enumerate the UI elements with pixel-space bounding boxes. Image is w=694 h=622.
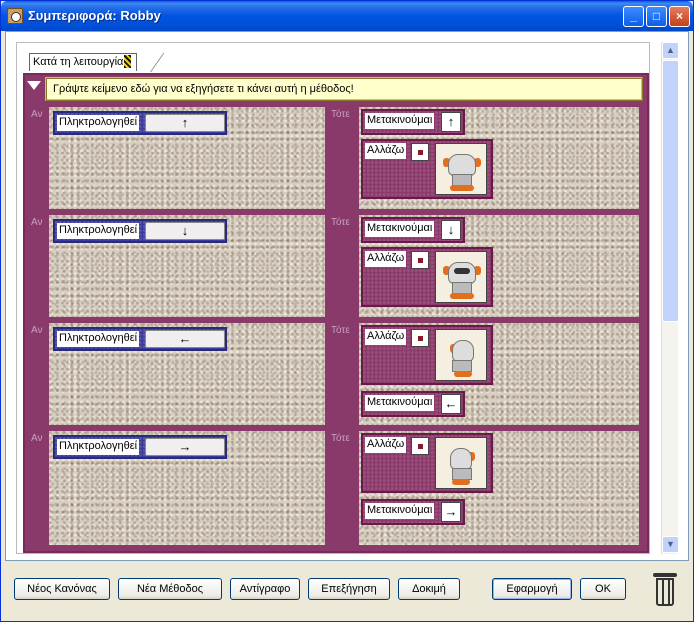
arrow-left-icon: ← xyxy=(441,394,461,414)
content-area: Κατά τη λειτουργία Γράψτε κείμενο εδώ γι… xyxy=(5,31,689,561)
then-pane[interactable]: Αλλάζω Μετακινούμαι ← xyxy=(359,323,639,425)
rule-4: Αν Πληκτρολογηθεί → Τότε Αλλάζω Μετακινο… xyxy=(29,431,643,549)
arrow-right-icon: → xyxy=(441,502,461,522)
then-label: Τότε xyxy=(331,433,350,444)
explain-button[interactable]: Επεξήγηση xyxy=(308,578,390,600)
key-left[interactable]: ← xyxy=(145,330,225,348)
apply-button[interactable]: Εφαρμογή xyxy=(492,578,572,600)
if-label: Αν xyxy=(31,433,43,444)
vertical-scrollbar[interactable]: ▲ ▼ xyxy=(661,42,679,554)
if-label: Αν xyxy=(31,325,43,336)
then-pane[interactable]: Μετακινούμαι ↓ Αλλάζω xyxy=(359,215,639,317)
key-condition[interactable]: Πληκτρολογηθεί → xyxy=(53,435,227,459)
if-pane[interactable]: Πληκτρολογηθεί → xyxy=(49,431,325,545)
arrow-up-icon: ↑ xyxy=(441,112,461,132)
condition-label: Πληκτρολογηθεί xyxy=(57,115,140,131)
robot-down-icon xyxy=(435,251,487,303)
condition-label: Πληκτρολογηθεί xyxy=(57,223,140,239)
change-action[interactable]: Αλλάζω xyxy=(361,433,493,493)
if-pane[interactable]: Πληκτρολογηθεί ↑ xyxy=(49,107,325,209)
key-condition[interactable]: Πληκτρολογηθεί ↓ xyxy=(53,219,227,243)
arrow-down-icon: ↓ xyxy=(441,220,461,240)
construction-sign-icon xyxy=(124,55,131,68)
condition-label: Πληκτρολογηθεί xyxy=(57,439,140,455)
if-pane[interactable]: Πληκτρολογηθεί ← xyxy=(49,323,325,425)
move-action[interactable]: Μετακινούμαι ← xyxy=(361,391,465,417)
change-label: Αλλάζω xyxy=(365,437,407,453)
robot-up-icon xyxy=(435,143,487,195)
method-tab[interactable]: Κατά τη λειτουργία xyxy=(29,53,137,71)
test-button[interactable]: Δοκιμή xyxy=(398,578,460,600)
then-label: Τότε xyxy=(331,325,350,336)
if-label: Αν xyxy=(31,217,43,228)
small-marker-icon xyxy=(411,251,429,269)
small-marker-icon xyxy=(411,329,429,347)
key-condition[interactable]: Πληκτρολογηθεί ← xyxy=(53,327,227,351)
method-description[interactable]: Γράψτε κείμενο εδώ για να εξηγήσετε τι κ… xyxy=(45,77,643,101)
move-action[interactable]: Μετακινούμαι ↑ xyxy=(361,109,465,135)
rules-container: Γράψτε κείμενο εδώ για να εξηγήσετε τι κ… xyxy=(23,73,649,553)
method-panel: Κατά τη λειτουργία Γράψτε κείμενο εδώ γι… xyxy=(16,42,650,554)
maximize-button[interactable]: □ xyxy=(646,6,667,27)
key-up[interactable]: ↑ xyxy=(145,114,225,132)
window-title: Συμπεριφορά: Robby xyxy=(28,8,161,23)
ok-button[interactable]: OK xyxy=(580,578,626,600)
move-action[interactable]: Μετακινούμαι → xyxy=(361,499,465,525)
if-label: Αν xyxy=(31,109,43,120)
if-pane[interactable]: Πληκτρολογηθεί ↓ xyxy=(49,215,325,317)
new-method-button[interactable]: Νέα Μέθοδος xyxy=(118,578,222,600)
small-marker-icon xyxy=(411,143,429,161)
scroll-thumb[interactable] xyxy=(662,60,679,322)
collapse-triangle-icon[interactable] xyxy=(27,81,41,90)
rule-3: Αν Πληκτρολογηθεί ← Τότε Αλλάζω Μετακινο… xyxy=(29,323,643,428)
description-bar: Γράψτε κείμενο εδώ για να εξηγήσετε τι κ… xyxy=(25,75,647,103)
key-down[interactable]: ↓ xyxy=(145,222,225,240)
move-label: Μετακινούμαι xyxy=(365,221,435,237)
tab-corner xyxy=(137,53,177,72)
change-label: Αλλάζω xyxy=(365,251,407,267)
small-marker-icon xyxy=(411,437,429,455)
then-pane[interactable]: Μετακινούμαι ↑ Αλλάζω xyxy=(359,107,639,209)
move-label: Μετακινούμαι xyxy=(365,503,435,519)
change-label: Αλλάζω xyxy=(365,143,407,159)
behavior-window: Συμπεριφορά: Robby _ □ × Κατά τη λειτουρ… xyxy=(0,0,694,622)
title-bar[interactable]: Συμπεριφορά: Robby _ □ × xyxy=(1,1,693,31)
robot-right-icon xyxy=(435,437,487,489)
change-action[interactable]: Αλλάζω xyxy=(361,325,493,385)
robot-left-icon xyxy=(435,329,487,381)
change-label: Αλλάζω xyxy=(365,329,407,345)
rule-2: Αν Πληκτρολογηθεί ↓ Τότε Μετακινούμαι ↓ xyxy=(29,215,643,320)
robot-app-icon xyxy=(7,8,23,24)
rule-1: Αν Πληκτρολογηθεί ↑ Τότε Μετακινούμαι ↑ xyxy=(29,107,643,212)
change-action[interactable]: Αλλάζω xyxy=(361,139,493,199)
trash-can-icon[interactable] xyxy=(653,573,677,607)
condition-label: Πληκτρολογηθεί xyxy=(57,331,140,347)
scroll-up-icon[interactable]: ▲ xyxy=(662,42,679,59)
then-label: Τότε xyxy=(331,109,350,120)
key-condition[interactable]: Πληκτρολογηθεί ↑ xyxy=(53,111,227,135)
copy-button[interactable]: Αντίγραφο xyxy=(230,578,300,600)
scroll-down-icon[interactable]: ▼ xyxy=(662,536,679,553)
move-label: Μετακινούμαι xyxy=(365,395,435,411)
key-right[interactable]: → xyxy=(145,438,225,456)
then-pane[interactable]: Αλλάζω Μετακινούμαι → xyxy=(359,431,639,545)
change-action[interactable]: Αλλάζω xyxy=(361,247,493,307)
minimize-button[interactable]: _ xyxy=(623,6,644,27)
new-rule-button[interactable]: Νέος Κανόνας xyxy=(14,578,110,600)
close-button[interactable]: × xyxy=(669,6,690,27)
move-action[interactable]: Μετακινούμαι ↓ xyxy=(361,217,465,243)
move-label: Μετακινούμαι xyxy=(365,113,435,129)
then-label: Τότε xyxy=(331,217,350,228)
